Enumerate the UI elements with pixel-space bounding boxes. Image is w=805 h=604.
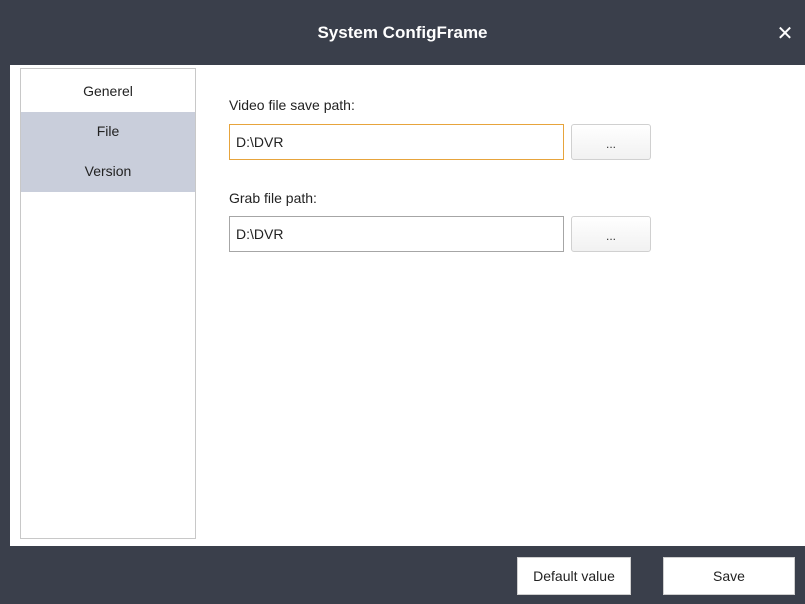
grab-path-input[interactable] <box>229 216 564 252</box>
sidebar-item-file[interactable]: File <box>21 112 195 152</box>
sidebar-item-label: File <box>96 123 120 139</box>
sidebar-item-label: Generel <box>83 83 133 99</box>
video-path-input[interactable] <box>229 124 564 160</box>
sidebar-item-generel[interactable]: Generel <box>21 72 195 112</box>
default-value-button[interactable]: Default value <box>517 557 631 595</box>
sidebar-item-version[interactable]: Version <box>21 152 195 192</box>
title-bar[interactable]: System ConfigFrame ✕ <box>0 0 805 65</box>
grab-path-browse-button[interactable]: ... <box>571 216 651 252</box>
nav-list: Generel File Version <box>21 69 195 192</box>
sidebar-item-label: Version <box>84 163 132 179</box>
video-path-label: Video file save path: <box>229 97 355 113</box>
content-panel: Generel File Version Video file save pat… <box>10 65 805 546</box>
file-settings-panel: Video file save path: ... Grab file path… <box>228 65 788 535</box>
sidebar: Generel File Version <box>20 68 196 539</box>
video-path-browse-button[interactable]: ... <box>571 124 651 160</box>
footer-bar: Default value Save <box>0 546 805 604</box>
grab-path-label: Grab file path: <box>229 190 317 206</box>
window-title: System ConfigFrame <box>317 22 488 42</box>
save-button[interactable]: Save <box>663 557 795 595</box>
config-window: System ConfigFrame ✕ Generel File Versio… <box>0 0 805 604</box>
close-icon[interactable]: ✕ <box>773 22 797 46</box>
